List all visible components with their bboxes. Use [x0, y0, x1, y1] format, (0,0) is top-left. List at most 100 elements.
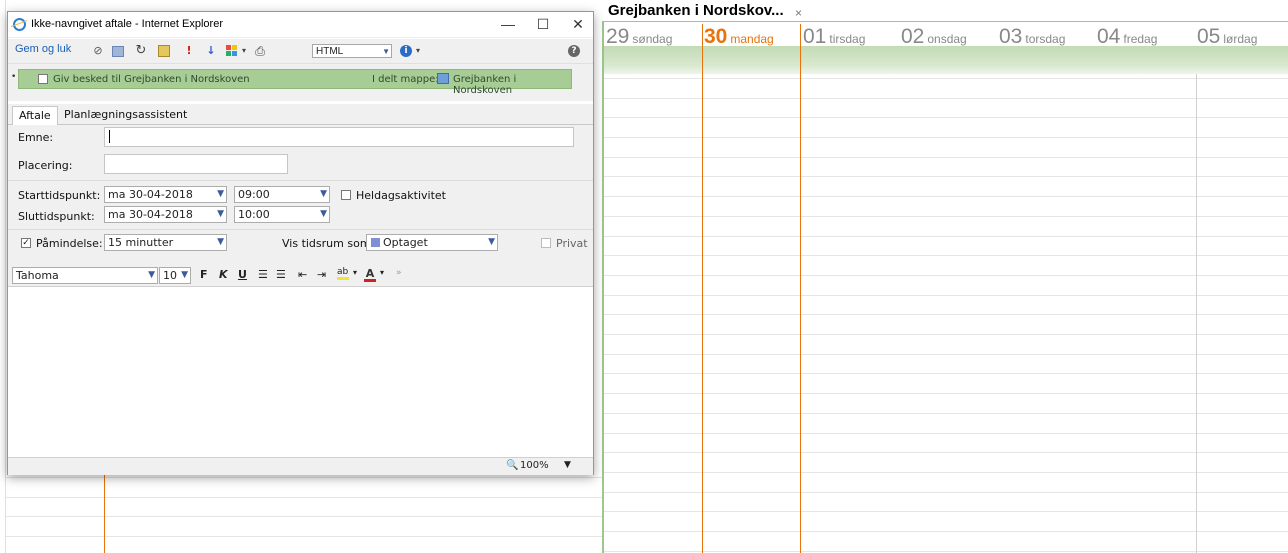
close-button[interactable]: ✕ — [564, 15, 592, 33]
recurrence-icon[interactable]: ↻ — [135, 44, 147, 57]
reminder-checkbox[interactable]: ✓ — [21, 238, 31, 248]
time-slot-line — [604, 354, 1288, 355]
high-importance-icon[interactable]: ! — [183, 45, 195, 57]
day-header-01[interactable]: 01 tirsdag — [803, 25, 865, 48]
time-slot-line — [604, 472, 1288, 473]
font-select[interactable]: Tahoma ▼ — [12, 267, 158, 284]
calendar-frame — [602, 21, 1288, 553]
font-color-dropdown-icon[interactable]: ▾ — [380, 268, 384, 277]
day-header-03[interactable]: 03 torsdag — [999, 25, 1065, 48]
zoom-dropdown-icon[interactable]: ▼ — [564, 460, 571, 470]
allday-checkbox[interactable] — [341, 190, 351, 200]
info-icon[interactable]: i — [400, 45, 412, 57]
italic-button[interactable]: K — [219, 268, 228, 281]
left-pane-slot-line — [6, 536, 602, 537]
zoom-level[interactable]: 100% — [520, 460, 549, 471]
location-label: Placering: — [18, 159, 73, 172]
start-label: Starttidspunkt: — [18, 189, 101, 202]
bullets-icon[interactable]: ☰ — [258, 268, 268, 281]
highlight-icon[interactable]: ab — [337, 267, 349, 280]
divider — [8, 180, 593, 181]
save-and-close-button[interactable]: Gem og luk — [15, 43, 71, 55]
status-bar: 🔍 100% ▼ — [8, 457, 593, 475]
message-body-editor[interactable] — [8, 287, 593, 457]
increase-indent-icon[interactable]: ⇥ — [317, 268, 326, 281]
subject-input[interactable] — [104, 127, 574, 147]
font-size-select[interactable]: 10 ▼ — [159, 267, 191, 284]
font-color-icon[interactable]: A — [364, 267, 376, 282]
time-slot-line — [604, 275, 1288, 276]
time-slot-line — [604, 78, 1288, 79]
column-divider — [1196, 74, 1197, 553]
bullet-icon: • — [11, 72, 17, 82]
tab-appointment[interactable]: Aftale — [12, 106, 58, 126]
end-date-select[interactable]: ma 30-04-2018 ▼ — [104, 206, 227, 223]
subject-label: Emne: — [18, 131, 54, 144]
attach-icon[interactable]: ⊘ — [92, 45, 104, 57]
start-time-select[interactable]: 09:00 ▼ — [234, 186, 330, 203]
chevron-down-icon: ▼ — [320, 209, 327, 219]
internet-explorer-icon — [13, 18, 26, 31]
left-pane-slot-line — [6, 497, 602, 498]
show-as-select[interactable]: Optaget ▼ — [366, 234, 498, 251]
left-pane-slot-line — [6, 477, 602, 478]
all-day-band[interactable] — [604, 46, 1288, 74]
calendar-icon[interactable] — [158, 45, 170, 57]
time-slot-line — [604, 314, 1288, 315]
formatting-toolbar: Tahoma ▼ 10 ▼ F K U ☰ ☰ ⇤ ⇥ ab ▾ A ▾ » — [8, 265, 593, 287]
bold-button[interactable]: F — [200, 268, 208, 281]
shared-folder-label: I delt mappe: — [372, 74, 439, 85]
day-header-30-today[interactable]: 30 mandag — [704, 25, 774, 48]
minimize-button[interactable]: — — [494, 15, 522, 33]
calendar-close-icon[interactable]: × — [795, 6, 802, 20]
zoom-icon[interactable]: 🔍 — [506, 460, 518, 471]
tab-strip: Aftale Planlægningsassistent — [8, 104, 593, 126]
print-icon[interactable]: ⎙ — [254, 45, 266, 57]
day-header-02[interactable]: 02 onsdag — [901, 25, 967, 48]
tab-scheduling-assistant[interactable]: Planlægningsassistent — [58, 106, 193, 124]
maximize-button[interactable]: ☐ — [529, 15, 557, 33]
reminder-label: Påmindelse: — [36, 237, 103, 250]
time-slot-line — [604, 157, 1288, 158]
end-time-select[interactable]: 10:00 ▼ — [234, 206, 330, 223]
categorize-dropdown-icon[interactable]: ▾ — [238, 45, 250, 57]
time-slot-line — [604, 117, 1288, 118]
day-header-05[interactable]: 05 lørdag — [1197, 25, 1257, 48]
categorize-icon[interactable] — [226, 45, 238, 57]
decrease-indent-icon[interactable]: ⇤ — [298, 268, 307, 281]
calendar-title[interactable]: Grejbanken i Nordskov... — [608, 2, 784, 19]
time-slot-line — [604, 216, 1288, 217]
appointment-window: Ikke-navngivet aftale - Internet Explore… — [7, 11, 594, 475]
location-input[interactable] — [104, 154, 288, 174]
help-icon[interactable]: ? — [568, 45, 580, 57]
notify-label: Giv besked til Grejbanken i Nordskoven — [53, 74, 250, 85]
format-select[interactable]: HTML ▼ — [312, 44, 392, 58]
notify-checkbox[interactable] — [38, 74, 48, 84]
shared-folder-infobar: Giv besked til Grejbanken i Nordskoven I… — [18, 69, 572, 96]
more-options-icon[interactable]: » — [396, 268, 402, 278]
start-date-select[interactable]: ma 30-04-2018 ▼ — [104, 186, 227, 203]
title-bar[interactable]: Ikke-navngivet aftale - Internet Explore… — [8, 12, 593, 38]
allday-label: Heldagsaktivitet — [356, 189, 446, 202]
time-slot-line — [604, 295, 1288, 296]
day-header-29[interactable]: 29 søndag — [606, 25, 672, 48]
private-checkbox[interactable] — [541, 238, 551, 248]
today-right-border — [800, 24, 801, 553]
chevron-down-icon: ▼ — [148, 270, 155, 280]
time-slot-line — [604, 492, 1288, 493]
time-slot-line — [604, 137, 1288, 138]
highlight-dropdown-icon[interactable]: ▾ — [353, 268, 357, 277]
day-header-04[interactable]: 04 fredag — [1097, 25, 1157, 48]
text-cursor — [109, 130, 110, 143]
time-slot-line — [604, 334, 1288, 335]
insert-image-icon[interactable] — [112, 46, 124, 57]
numbering-icon[interactable]: ☰ — [276, 268, 286, 281]
time-slot-line — [604, 531, 1288, 532]
underline-button[interactable]: U — [238, 268, 247, 281]
info-dropdown-icon[interactable]: ▾ — [412, 45, 424, 57]
low-importance-icon[interactable]: ↓ — [205, 45, 217, 57]
show-as-label: Vis tidsrum som: — [282, 237, 375, 250]
reminder-select[interactable]: 15 minutter ▼ — [104, 234, 227, 251]
shared-folder-name[interactable]: Grejbanken i Nordskoven — [453, 74, 571, 96]
time-slot-line — [604, 236, 1288, 237]
